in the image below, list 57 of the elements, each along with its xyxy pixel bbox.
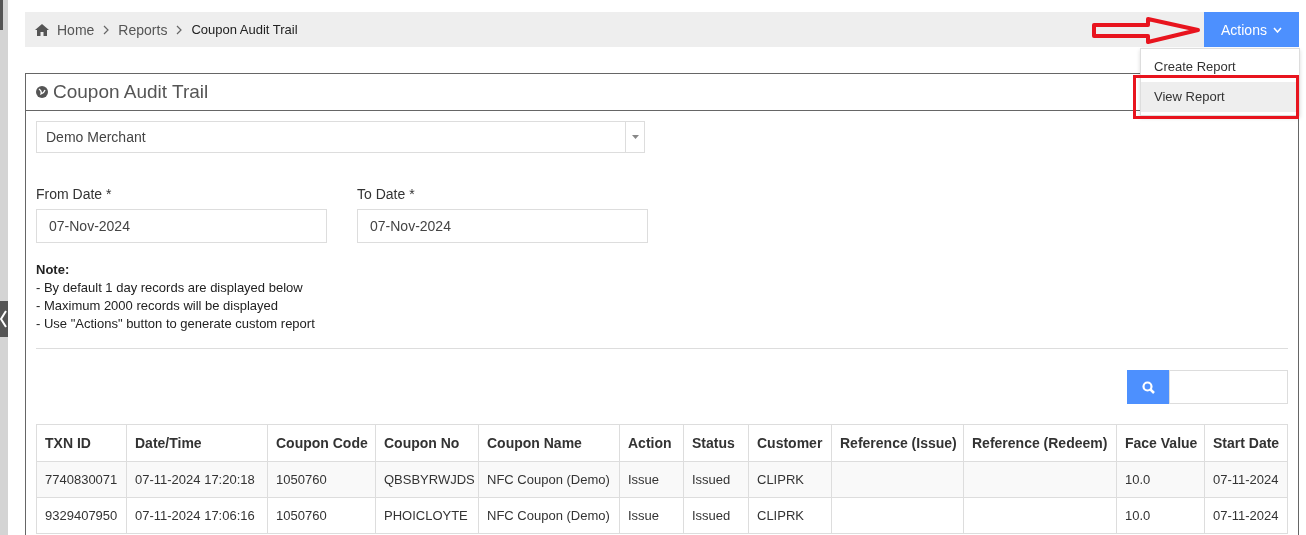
table-cell: Issue [619,497,684,534]
table-cell: 1050760 [267,461,376,498]
breadcrumb-link[interactable]: Home [57,21,95,38]
column-header: Start Date [1204,424,1288,462]
column-header: Action [619,424,684,462]
note-title: Note: [36,261,71,279]
table-cell: Issue [619,461,684,498]
chevron-right-icon [102,24,111,35]
table-cell: 7740830071 [36,461,127,498]
column-header: Coupon No [375,424,479,462]
current-page-title: Coupon Audit Trail [191,22,298,37]
chevron-down-icon [1272,26,1282,33]
chevron-right-icon [175,24,184,35]
column-header: Coupon Code [267,424,376,462]
home-icon [35,23,49,36]
date-field[interactable]: 07-Nov-2024 [36,209,327,243]
scroll-marker [0,0,3,30]
table-cell: 10.0 [1116,461,1205,498]
menu-item[interactable]: View Report [1141,82,1299,112]
date-field[interactable]: 07-Nov-2024 [357,209,648,243]
caret-icon [631,135,639,139]
column-header: Coupon Name [478,424,620,462]
column-header: Reference (Issue) [831,424,964,462]
table-cell: 10.0 [1116,497,1205,534]
table-cell: NFC Coupon (Demo) [478,497,620,534]
date-label: To Date * [357,186,416,202]
search-button[interactable] [1127,370,1169,404]
column-header: TXN ID [36,424,127,462]
search-field[interactable] [1169,370,1288,404]
table-cell: 07-11-2024 17:20:18 [126,461,268,498]
table-cell: Issued [683,497,749,534]
column-header: Face Value [1116,424,1205,462]
table-cell: 07-11-2024 [1204,497,1288,534]
note-line: - By default 1 day records are displayed below [36,279,304,297]
table-cell: 07-11-2024 [1204,461,1288,498]
date-label: From Date * [36,186,113,202]
column-header: Date/Time [126,424,268,462]
table-cell: NFC Coupon (Demo) [478,461,620,498]
chevron-left-icon[interactable] [0,301,8,337]
table-cell: PHOICLOYTE [375,497,479,534]
panel-title: Coupon Audit Trail [53,81,209,103]
table-cell: 07-11-2024 17:06:16 [126,497,268,534]
column-header: Status [683,424,749,462]
column-header: Reference (Redeem) [963,424,1117,462]
note-line: - Maximum 2000 records will be displayed [36,297,280,315]
table-cell: QBSBYRWJDS [375,461,479,498]
table-cell: 1050760 [267,497,376,534]
menu-item[interactable]: Create Report [1141,52,1299,82]
breadcrumb-link[interactable]: Reports [118,21,168,38]
table-cell: CLIPRK [748,497,832,534]
table-cell: Issued [683,461,749,498]
column-header: Customer [748,424,832,462]
table-cell: 9329407950 [36,497,127,534]
note-line: - Use "Actions" button to generate custom report [36,315,316,333]
table-cell: CLIPRK [748,461,832,498]
merchant-select[interactable]: Demo Merchant [36,121,645,153]
search-icon [1141,380,1155,394]
